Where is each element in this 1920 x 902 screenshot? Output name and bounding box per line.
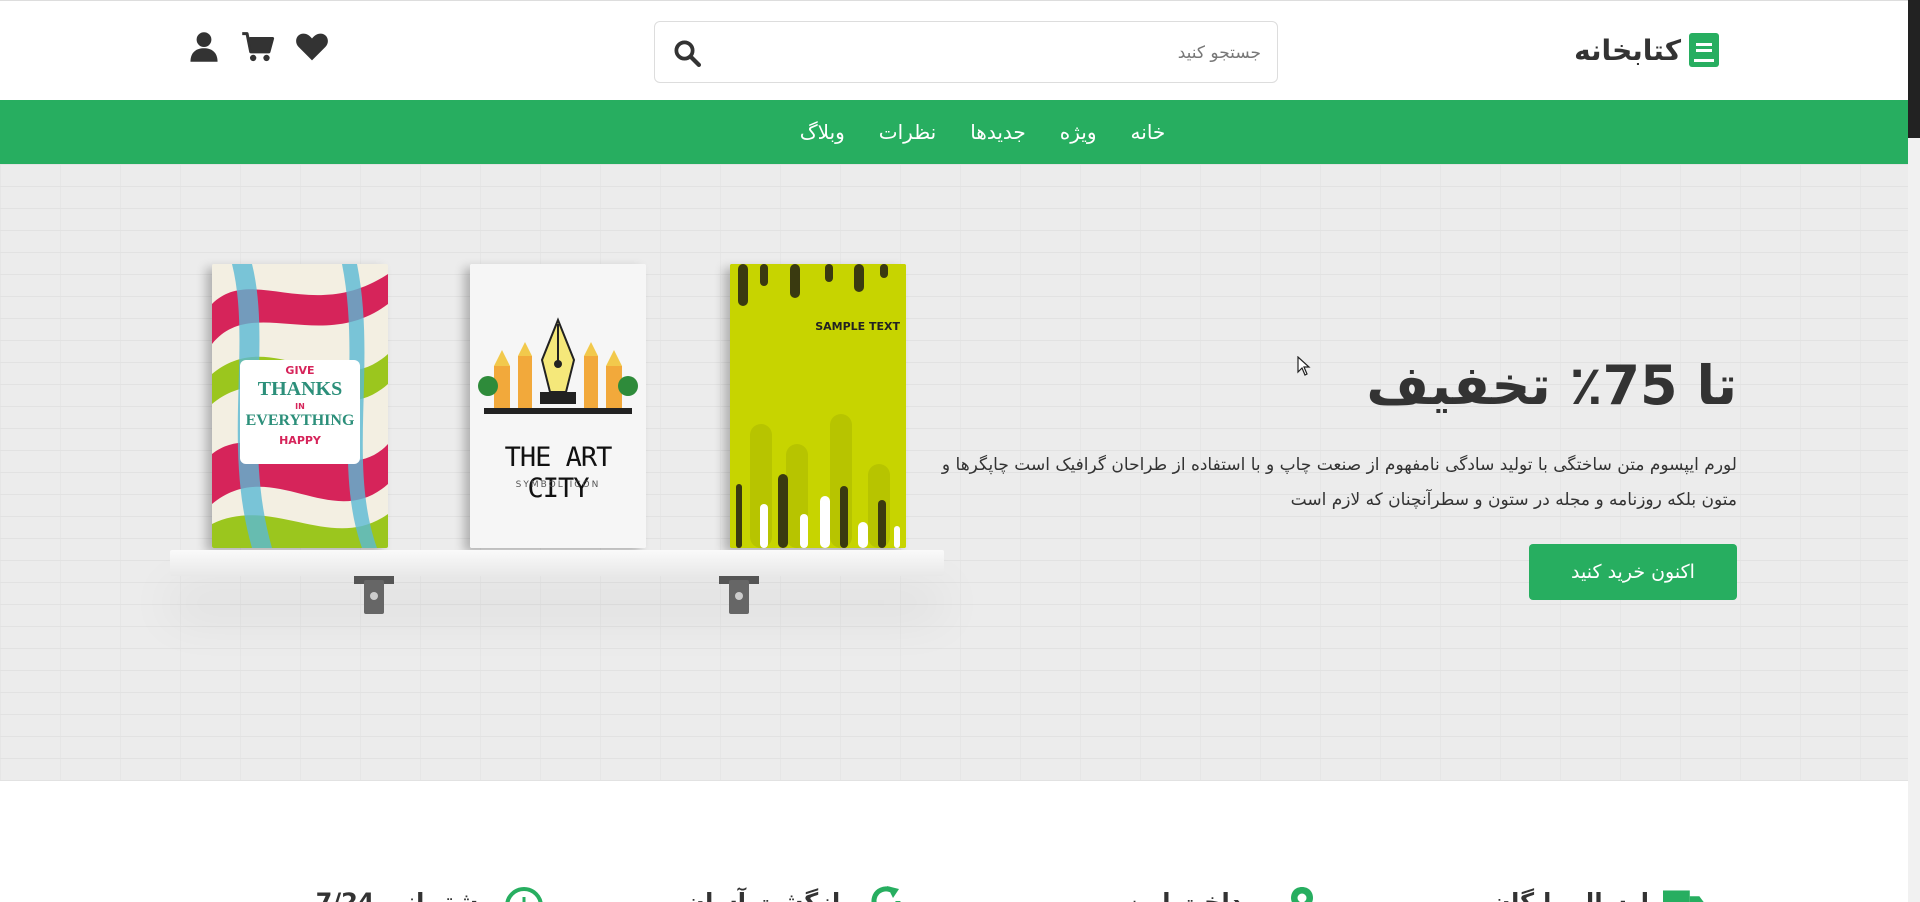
- mouse-cursor-icon: [1297, 356, 1311, 376]
- search-button[interactable]: [667, 34, 707, 72]
- book-cover-sample[interactable]: SAMPLE TEXT: [730, 264, 906, 548]
- drip-pattern-art: [730, 264, 906, 548]
- shelf-bracket-left: [354, 576, 394, 616]
- account-button[interactable]: [186, 29, 222, 65]
- nav-link-featured[interactable]: ویژه: [1060, 120, 1097, 144]
- map-marker-icon: [1280, 886, 1324, 902]
- feature-title: بازگشت آسان: [684, 888, 850, 902]
- book1-line-2: THANKS: [257, 378, 343, 400]
- feature-title: پرداخت امن: [1125, 888, 1266, 902]
- feature-free-shipping: ارسال رایگان: [1491, 874, 1707, 902]
- shop-now-button[interactable]: اکنون خرید کنید: [1529, 544, 1737, 600]
- nav-item-new: جدیدها: [970, 120, 1026, 144]
- truck-icon: [1663, 886, 1707, 902]
- nav-item-blog: وبلاگ: [800, 120, 845, 144]
- book1-line-1: GIVE: [285, 364, 315, 377]
- logo-text: کتابخانه: [1574, 33, 1681, 67]
- nav-link-home[interactable]: خانه: [1131, 120, 1166, 144]
- book3-label: SAMPLE TEXT: [815, 320, 900, 333]
- nav-item-featured: ویژه: [1060, 120, 1097, 144]
- page: کتابخانه جستجو کنید خانه ویژه جدیدها نظر…: [0, 0, 1908, 902]
- clock-icon: [502, 886, 546, 902]
- shelf-board: [170, 550, 944, 576]
- scrollbar-thumb[interactable]: [1908, 0, 1920, 138]
- heart-icon: [296, 33, 328, 61]
- features-row: ارسال رایگان پرداخت امن بازگشت آسان پشتی…: [0, 860, 1908, 902]
- feature-secure-payment: پرداخت امن: [1126, 874, 1324, 902]
- page-scrollbar[interactable]: [1908, 0, 1920, 902]
- header-actions: [186, 29, 330, 65]
- cart-button[interactable]: [240, 29, 276, 65]
- site-logo[interactable]: کتابخانه: [1574, 33, 1719, 67]
- user-icon: [190, 32, 218, 62]
- bookshelf-illustration: GIVE THANKS IN EVERYTHING HAPPY THE ART …: [170, 264, 950, 714]
- site-header: کتابخانه: [0, 0, 1908, 100]
- book1-line-5: HAPPY: [279, 434, 321, 447]
- feature-title: ارسال رایگان: [1490, 888, 1649, 902]
- book1-line-3: IN: [295, 402, 305, 411]
- main-navbar: خانه ویژه جدیدها نظرات وبلاگ: [0, 100, 1908, 164]
- nav-item-home: خانه: [1131, 120, 1166, 144]
- book-icon: [1689, 33, 1719, 67]
- book-cover-thanks[interactable]: GIVE THANKS IN EVERYTHING HAPPY: [212, 264, 388, 548]
- nav-link-reviews[interactable]: نظرات: [879, 120, 936, 144]
- book-cover-art-city[interactable]: THE ART CITY SYMBOL ICON: [470, 264, 646, 548]
- nav-link-new[interactable]: جدیدها: [970, 120, 1026, 144]
- book1-line-4: EVERYTHING: [245, 412, 355, 429]
- wishlist-button[interactable]: [294, 29, 330, 65]
- nav-list: خانه ویژه جدیدها نظرات وبلاگ: [0, 100, 1908, 164]
- search-box: [654, 21, 1278, 83]
- book2-subtitle: SYMBOL ICON: [515, 480, 601, 490]
- cart-icon: [242, 32, 275, 62]
- nav-link-blog[interactable]: وبلاگ: [800, 120, 845, 144]
- shelf-bracket-right: [719, 576, 759, 616]
- hero-title: تا 75٪ تخفیف: [1366, 354, 1737, 417]
- feature-easy-return: بازگشت آسان: [685, 874, 908, 902]
- hero-banner: تا 75٪ تخفیف لورم ایپسوم متن ساختگی با ت…: [0, 164, 1908, 781]
- hero-description: لورم ایپسوم متن ساختگی با تولید سادگی نا…: [941, 455, 1737, 510]
- nav-item-reviews: نظرات: [879, 120, 936, 144]
- feature-title: پشتیبانی 7/24: [315, 888, 488, 902]
- search-input[interactable]: [761, 38, 1261, 68]
- book2-title: THE ART CITY: [504, 442, 613, 504]
- refresh-icon: [864, 886, 908, 902]
- search-icon: [674, 40, 701, 67]
- feature-support: پشتیبانی 7/24: [316, 874, 546, 902]
- pen-pencils-illustration: [470, 264, 646, 548]
